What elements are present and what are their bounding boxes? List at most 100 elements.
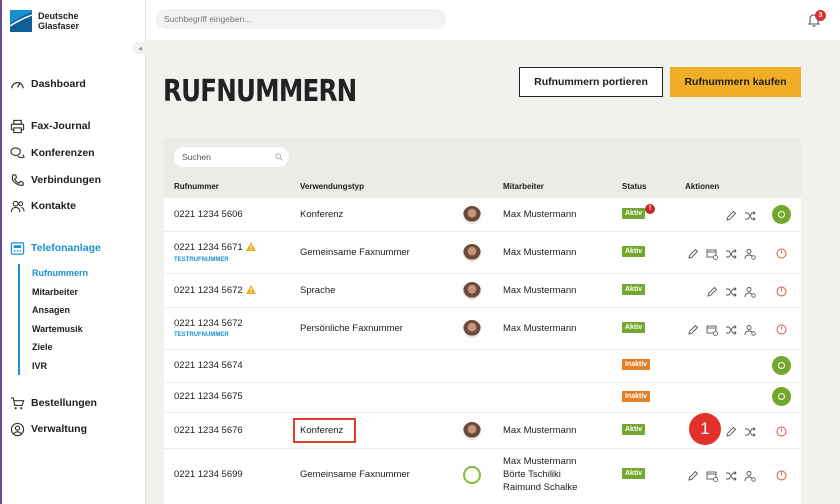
buy-numbers-button[interactable]: Rufnummern kaufen bbox=[670, 67, 801, 97]
column-header-mitarbeiter[interactable]: Mitarbeiter bbox=[503, 182, 544, 191]
global-search-input[interactable] bbox=[156, 9, 446, 29]
sidebar-item-kontakte[interactable]: Kontakte bbox=[10, 198, 76, 214]
table-row[interactable]: 0221 1234 5699 Gemeinsame Faxnummer Max … bbox=[164, 449, 801, 504]
fax-settings-icon[interactable] bbox=[706, 323, 718, 336]
shuffle-icon[interactable] bbox=[744, 425, 756, 437]
table-row[interactable]: 0221 1234 5674 Inaktiv bbox=[164, 350, 801, 383]
employee-name: Max Mustermann bbox=[503, 285, 577, 296]
deactivate-toggle[interactable] bbox=[776, 324, 787, 335]
sidebar-item-label: Verbindungen bbox=[31, 174, 102, 186]
fax-settings-icon[interactable] bbox=[706, 247, 718, 260]
avatar bbox=[463, 320, 481, 338]
edit-icon[interactable] bbox=[706, 285, 718, 297]
shuffle-icon[interactable] bbox=[725, 323, 737, 335]
sidebar-item-telefonanlage[interactable]: Telefonanlage bbox=[10, 240, 101, 256]
step-marker: 1 bbox=[689, 413, 721, 445]
activate-toggle[interactable] bbox=[772, 387, 791, 406]
status-badge: Aktiv bbox=[622, 424, 646, 435]
table-row[interactable]: 0221 1234 5672 TESTRUFNUMMER Persönliche… bbox=[164, 308, 801, 350]
sidebar-item-bestellungen[interactable]: Bestellungen bbox=[10, 395, 97, 411]
sidebar: Deutsche Glasfaser ◂ Dashboard Fax-Journ… bbox=[0, 0, 146, 504]
usage-type: Konferenz bbox=[300, 209, 344, 220]
subnav-item-ziele[interactable]: Ziele bbox=[32, 338, 88, 357]
usage-type: Gemeinsame Faxnummer bbox=[300, 247, 410, 258]
edit-icon[interactable] bbox=[687, 469, 699, 481]
shuffle-icon[interactable] bbox=[725, 247, 737, 259]
deactivate-toggle[interactable] bbox=[776, 286, 787, 297]
sidebar-item-label: Konferenzen bbox=[31, 147, 95, 159]
numbers-table: Suchen Rufnummer Verwendungstyp Mitarbei… bbox=[164, 138, 801, 504]
activate-toggle[interactable] bbox=[772, 356, 791, 375]
user-circle-icon bbox=[10, 422, 25, 436]
status-badge: Aktiv bbox=[622, 322, 646, 333]
table-row[interactable]: 0221 1234 5606 Konferenz Max Mustermann … bbox=[164, 198, 801, 232]
warning-icon bbox=[245, 242, 256, 251]
test-number-tag: TESTRUFNUMMER bbox=[174, 332, 229, 338]
table-search-placeholder: Suchen bbox=[182, 152, 211, 162]
shuffle-icon[interactable] bbox=[725, 469, 737, 481]
phone-icon bbox=[11, 173, 24, 186]
column-header-verwendungstyp[interactable]: Verwendungstyp bbox=[300, 182, 364, 191]
collapse-sidebar-button[interactable]: ◂ bbox=[134, 42, 146, 54]
subnav-item-ivr[interactable]: IVR bbox=[32, 357, 88, 376]
deactivate-toggle[interactable] bbox=[776, 470, 787, 481]
sidebar-item-label: Bestellungen bbox=[31, 397, 97, 409]
group-avatar bbox=[463, 466, 481, 484]
subnav-item-wartemusik[interactable]: Wartemusik bbox=[32, 320, 88, 339]
notification-count-badge: 3 bbox=[815, 10, 826, 21]
avatar bbox=[463, 244, 481, 262]
phone-number: 0221 1234 5671 bbox=[174, 242, 243, 253]
subnav-item-mitarbeiter[interactable]: Mitarbeiter bbox=[32, 283, 88, 302]
table-row[interactable]: 0221 1234 5672 Sprache Max Mustermann Ak… bbox=[164, 274, 801, 308]
edit-icon[interactable] bbox=[687, 247, 699, 259]
avatar bbox=[463, 206, 481, 224]
edit-icon[interactable] bbox=[725, 425, 737, 437]
user-settings-icon[interactable] bbox=[744, 285, 756, 298]
sidebar-item-verwaltung[interactable]: Verwaltung bbox=[10, 421, 87, 437]
topbar: 3 bbox=[146, 0, 840, 40]
sidebar-item-dashboard[interactable]: Dashboard bbox=[10, 76, 86, 92]
table-row[interactable]: 0221 1234 5671 TESTRUFNUMMER Gemeinsame … bbox=[164, 232, 801, 274]
status-badge: Aktiv bbox=[622, 468, 646, 479]
employee-name: Börte Tschiliki bbox=[503, 469, 561, 480]
user-settings-icon[interactable] bbox=[744, 323, 756, 336]
telefonanlage-subnav: Rufnummern Mitarbeiter Ansagen Wartemusi… bbox=[18, 264, 88, 375]
brand-name: Deutsche Glasfaser bbox=[38, 11, 79, 31]
sidebar-item-konferenzen[interactable]: Konferenzen bbox=[10, 145, 95, 161]
logo[interactable]: Deutsche Glasfaser bbox=[10, 10, 79, 32]
deactivate-toggle[interactable] bbox=[776, 426, 787, 437]
shuffle-icon[interactable] bbox=[725, 285, 737, 297]
brand-line-1: Deutsche bbox=[38, 11, 79, 21]
port-numbers-button[interactable]: Rufnummern portieren bbox=[519, 67, 663, 97]
phone-system-icon bbox=[10, 241, 25, 255]
status-alert-icon: ! bbox=[645, 204, 655, 214]
cart-icon bbox=[10, 396, 25, 409]
status-badge: Aktiv bbox=[622, 284, 646, 295]
brand-line-2: Glasfaser bbox=[38, 21, 80, 31]
shuffle-icon[interactable] bbox=[744, 209, 756, 221]
edit-icon[interactable] bbox=[687, 323, 699, 335]
deactivate-toggle[interactable] bbox=[776, 248, 787, 259]
column-header-status[interactable]: Status bbox=[622, 182, 646, 191]
user-settings-icon[interactable] bbox=[744, 247, 756, 260]
activate-toggle[interactable] bbox=[772, 205, 791, 224]
phone-number-cell: 0221 1234 5672 bbox=[174, 285, 256, 296]
highlight-box bbox=[293, 418, 356, 443]
sidebar-item-label: Dashboard bbox=[31, 78, 86, 90]
column-header-rufnummer[interactable]: Rufnummer bbox=[174, 182, 219, 191]
table-row[interactable]: 0221 1234 5675 Inaktiv bbox=[164, 383, 801, 413]
subnav-item-ansagen[interactable]: Ansagen bbox=[32, 301, 88, 320]
fax-settings-icon[interactable] bbox=[706, 469, 718, 482]
table-search-input[interactable]: Suchen bbox=[174, 147, 289, 167]
sidebar-item-fax-journal[interactable]: Fax-Journal bbox=[10, 118, 91, 134]
contacts-icon bbox=[10, 200, 25, 212]
user-settings-icon[interactable] bbox=[744, 469, 756, 482]
edit-icon[interactable] bbox=[725, 209, 737, 221]
sidebar-item-verbindungen[interactable]: Verbindungen bbox=[10, 172, 101, 188]
sidebar-item-label: Kontakte bbox=[31, 200, 76, 212]
employee-name: Max Mustermann bbox=[503, 247, 577, 258]
subnav-item-rufnummern[interactable]: Rufnummern bbox=[32, 264, 88, 283]
status-badge: Aktiv bbox=[622, 208, 646, 219]
phone-number: 0221 1234 5672 bbox=[174, 285, 243, 296]
employee-name: Max Mustermann bbox=[503, 209, 577, 220]
